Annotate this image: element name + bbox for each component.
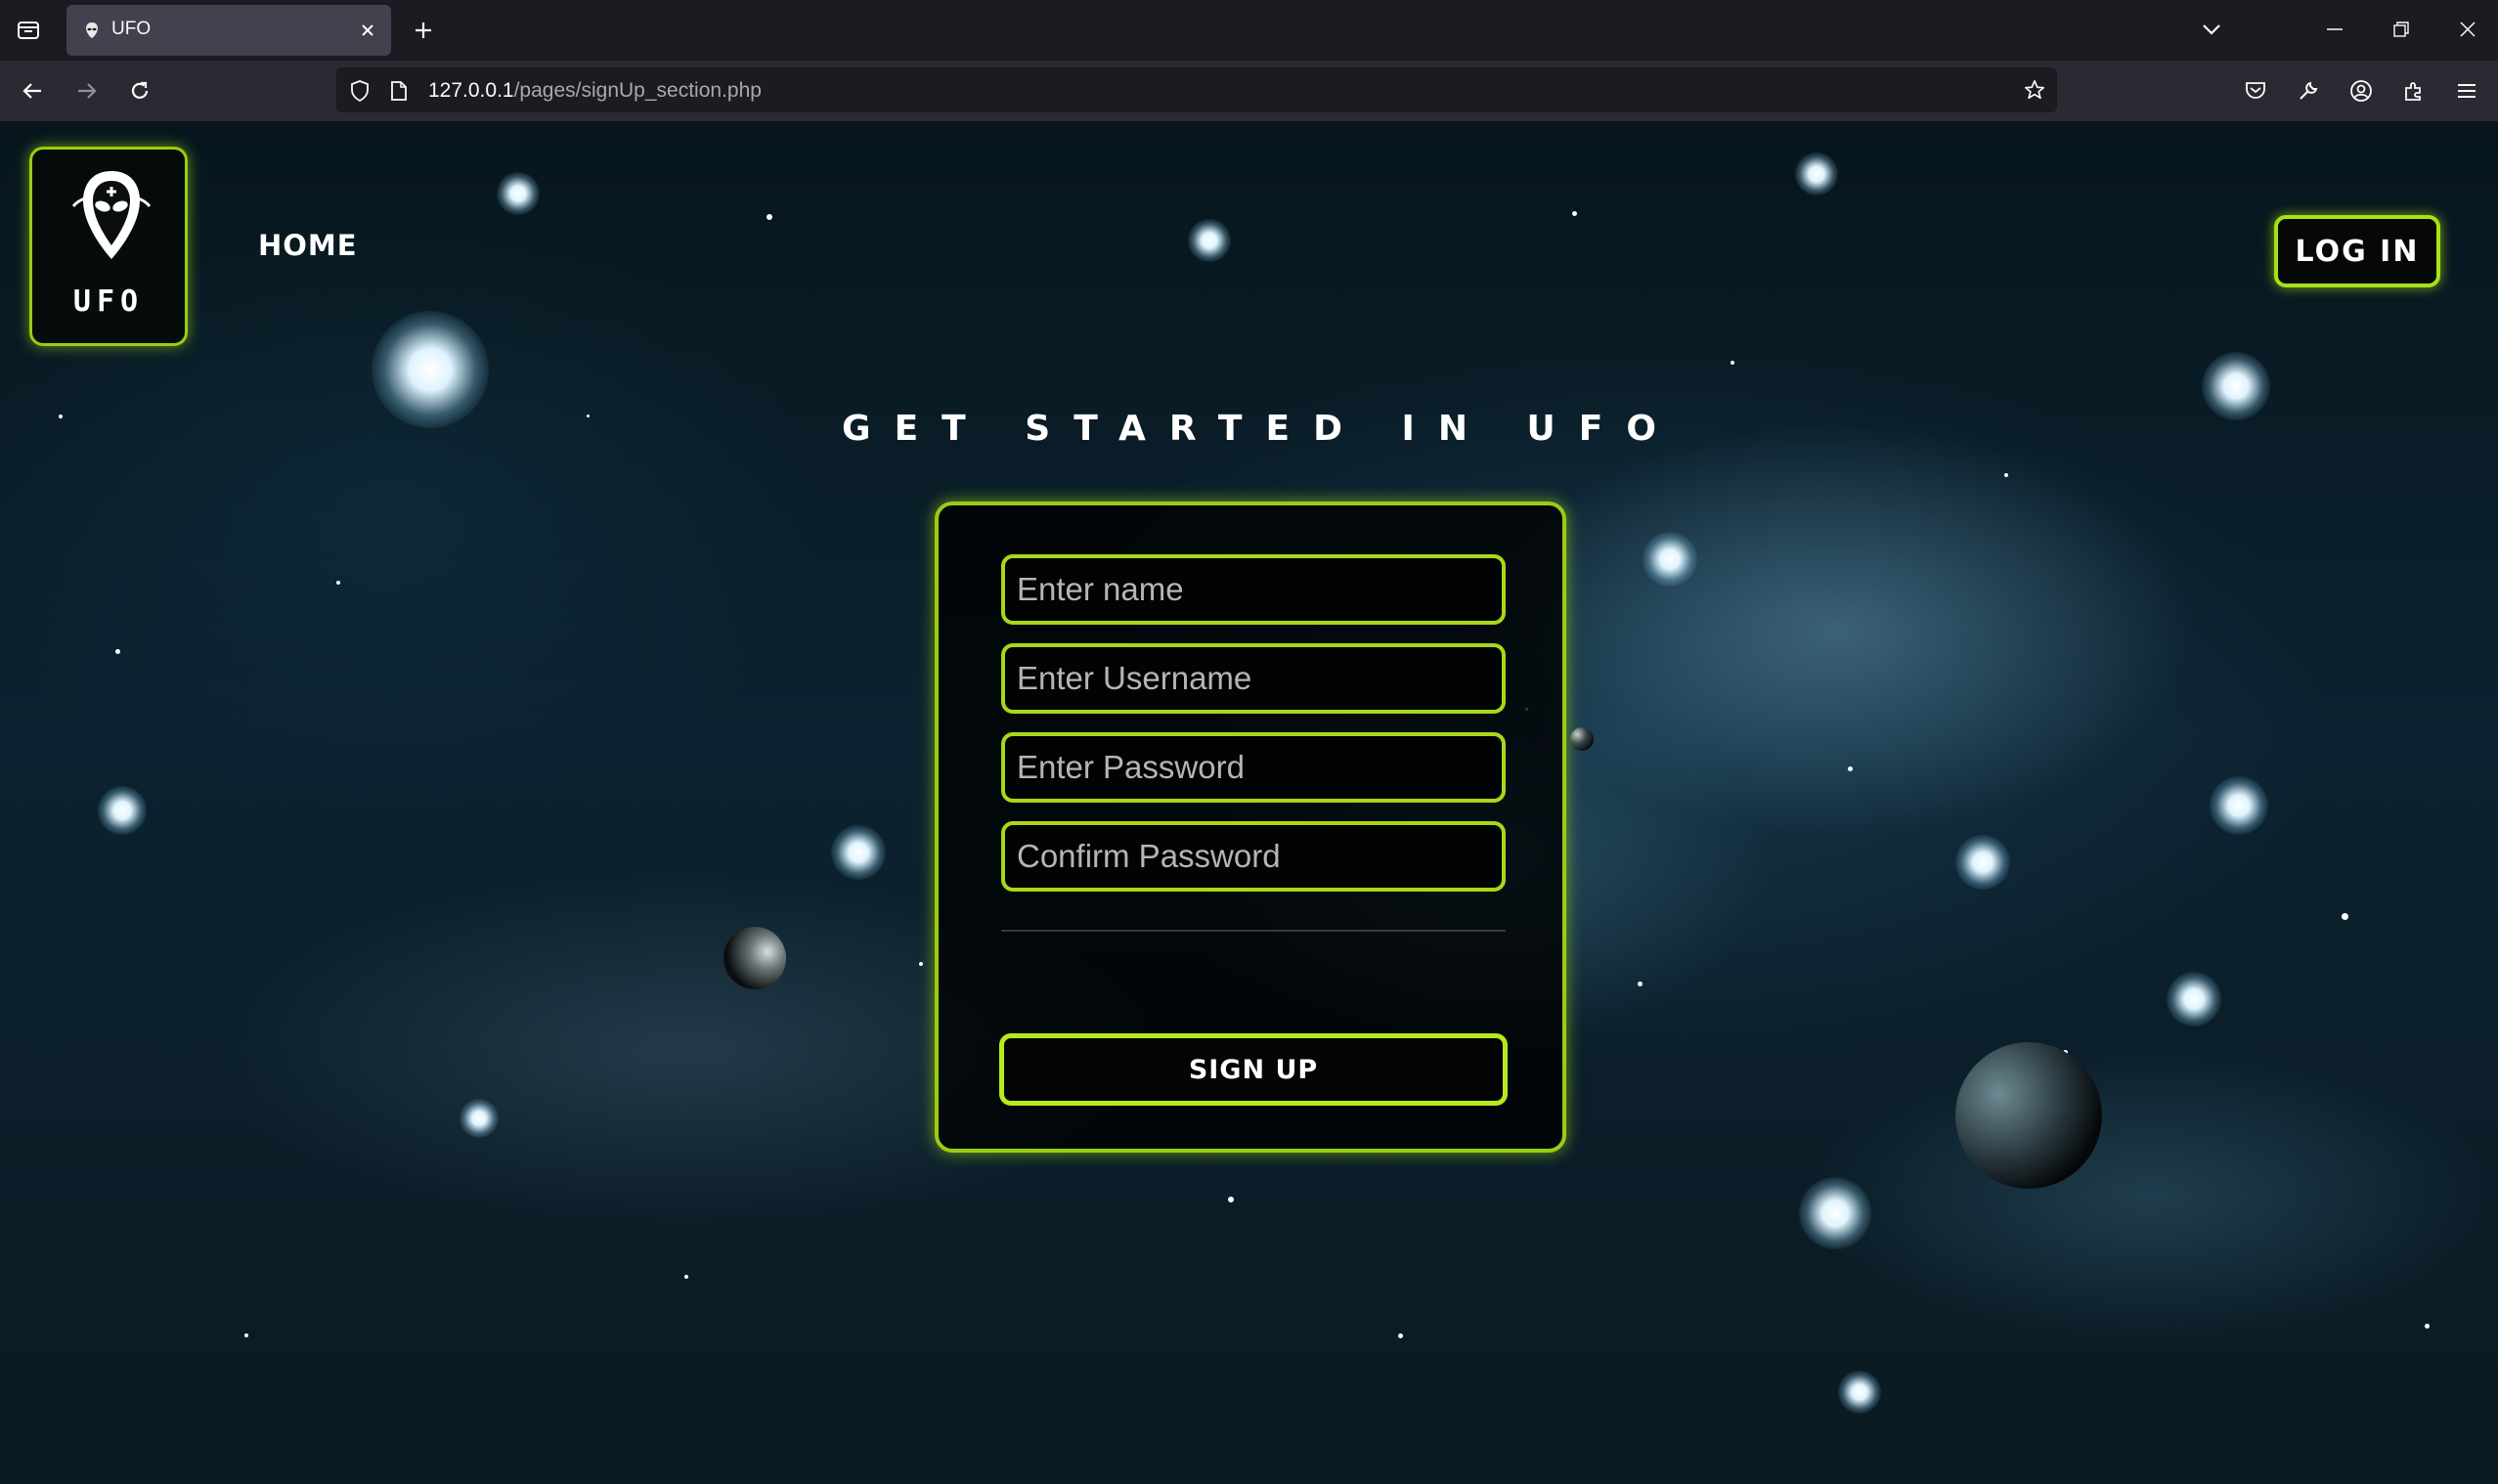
logo-text: UFO [72, 284, 145, 319]
minimize-icon[interactable] [2319, 14, 2350, 45]
pocket-icon[interactable] [2239, 74, 2272, 108]
login-button[interactable]: Log in [2274, 215, 2440, 287]
window-close-icon[interactable] [2452, 14, 2483, 45]
planet-large [1955, 1042, 2102, 1189]
browser-tab-bar: UFO [0, 0, 2498, 61]
extensions-icon[interactable] [2397, 74, 2431, 108]
url-text: 127.0.0.1/pages/signUp_section.php [428, 79, 762, 102]
restore-icon[interactable] [2386, 14, 2417, 45]
forward-icon[interactable] [70, 74, 104, 108]
tab-overflow-chevron-icon[interactable] [2196, 14, 2227, 45]
browser-toolbar: 127.0.0.1/pages/signUp_section.php [0, 61, 2498, 121]
alien-shield-icon [71, 167, 152, 265]
bookmark-star-icon[interactable] [2020, 75, 2049, 105]
wrench-icon[interactable] [2292, 74, 2325, 108]
page-viewport: UFO Home Log in Get started in UFO Sign … [0, 121, 2498, 1484]
tab-list-icon[interactable] [14, 16, 43, 45]
password-input[interactable] [1001, 732, 1506, 803]
close-icon[interactable] [354, 17, 381, 44]
new-tab-icon[interactable] [409, 16, 438, 45]
confirm-password-input[interactable] [1001, 821, 1506, 892]
menu-icon[interactable] [2450, 74, 2483, 108]
name-input[interactable] [1001, 554, 1506, 625]
reload-icon[interactable] [123, 74, 156, 108]
planet-small [723, 927, 786, 989]
signup-button[interactable]: Sign up [999, 1033, 1508, 1106]
browser-tab[interactable]: UFO [66, 5, 391, 56]
nav-home-link[interactable]: Home [258, 229, 358, 262]
page-title: Get started in UFO [842, 409, 1680, 449]
account-icon[interactable] [2345, 74, 2378, 108]
form-divider [1001, 930, 1506, 932]
planet-tiny [1570, 727, 1594, 751]
address-bar[interactable]: 127.0.0.1/pages/signUp_section.php [336, 67, 2057, 112]
username-input[interactable] [1001, 643, 1506, 714]
tab-title: UFO [111, 19, 152, 39]
ufo-logo[interactable]: UFO [29, 147, 188, 346]
page-icon[interactable] [385, 77, 413, 105]
back-icon[interactable] [16, 74, 49, 108]
shield-icon[interactable] [346, 77, 373, 105]
signup-form: Sign up [935, 502, 1566, 1153]
ufo-favicon-icon [82, 21, 102, 40]
